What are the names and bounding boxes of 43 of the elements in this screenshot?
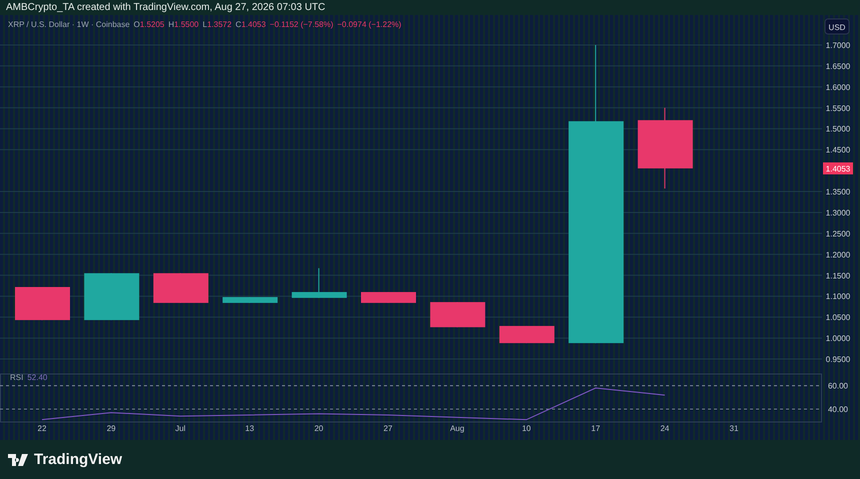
price-label: 0.9500 (826, 355, 850, 364)
date-label: 13 (245, 424, 254, 433)
rsi-legend: RSI 52.40 (10, 373, 48, 382)
date-label: 27 (384, 424, 392, 433)
price-label: 1.6500 (826, 62, 850, 71)
last-price-badge: 1.4053 (823, 162, 853, 174)
candle (222, 296, 278, 304)
price-label: 1.2000 (826, 250, 850, 260)
price-label: 1.4500 (826, 146, 850, 155)
price-label: 1.7000 (826, 41, 850, 50)
candle (361, 292, 416, 304)
candle (292, 268, 347, 298)
rsi-axis-label: 60.00 (828, 382, 848, 391)
logo-icon (8, 454, 28, 466)
chart-legend: XRP / U.S. Dollar · 1W · Coinbase O1.5205 H1.5500 L1.3572 C1.4053 −0.1152 (−7.58%) −0.0974 (−1.22%) (8, 20, 402, 29)
candle (499, 325, 554, 344)
date-label: 31 (730, 424, 738, 433)
price-label: 1.5500 (826, 104, 850, 113)
price-label: 1.1500 (826, 271, 850, 280)
date-label: 17 (591, 424, 600, 433)
candle (84, 272, 140, 321)
price-label: 1.0500 (826, 313, 850, 322)
chart-caption: AMBCrypto_TA created with TradingView.com, Aug 27, 2026 07:03 UTC (6, 2, 326, 13)
price-label: 1.2500 (826, 229, 850, 238)
date-label: 10 (522, 424, 531, 433)
price-label: 1.6000 (826, 82, 850, 92)
candle (15, 286, 70, 321)
date-label: 29 (106, 424, 116, 433)
date-label: 24 (660, 424, 670, 433)
price-label: 1.1000 (826, 292, 850, 302)
currency-badge[interactable]: USD (824, 18, 850, 34)
date-label: 22 (38, 424, 46, 433)
price-label: 1.5000 (826, 124, 850, 134)
rsi-axis-label: 40.00 (828, 405, 848, 414)
brand-name: TradingView (34, 451, 122, 468)
date-label: Aug (450, 424, 464, 433)
candle (430, 302, 486, 328)
date-label: Jul (175, 424, 186, 433)
price-label: 1.3000 (826, 208, 850, 218)
price-label: 1.3500 (826, 188, 850, 197)
candle (153, 272, 208, 304)
date-label: 20 (314, 424, 324, 433)
price-label: 1.0000 (826, 334, 850, 344)
